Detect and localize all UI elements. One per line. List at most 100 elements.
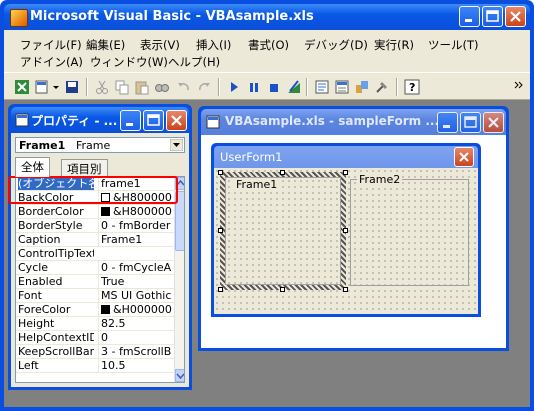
properties-minimize-button[interactable] (120, 110, 141, 131)
menu-window[interactable]: ウィンドウ(W) (90, 54, 168, 70)
minimize-icon (443, 125, 450, 128)
app-title: Microsoft Visual Basic - VBAsample.xls (30, 9, 314, 24)
properties-window-icon[interactable] (334, 79, 350, 95)
cut-icon[interactable] (94, 79, 110, 95)
maximize-icon (464, 116, 477, 128)
maximize-button[interactable] (482, 6, 503, 27)
userform-surface[interactable]: Frame1 Frame2 (214, 168, 478, 314)
property-row[interactable]: HelpContextID 0 (16, 331, 174, 345)
dropdown-arrow-icon[interactable] (52, 79, 60, 95)
property-row[interactable]: KeepScrollBars 3 - fmScrollB (16, 345, 174, 359)
frame1-selection[interactable]: Frame1 (218, 170, 348, 292)
property-value: True (98, 275, 174, 288)
find-icon[interactable] (154, 79, 170, 95)
copy-icon[interactable] (114, 79, 130, 95)
menu-edit[interactable]: 編集(E) (86, 37, 125, 53)
object-selector[interactable]: Frame1 Frame (15, 137, 185, 153)
resize-handle[interactable] (218, 287, 223, 292)
designer-title-bar[interactable]: VBAsample.xls - sampleForm ... (201, 109, 506, 135)
object-browser-icon[interactable] (354, 79, 370, 95)
color-swatch (101, 207, 110, 216)
userform-title: UserForm1 (220, 150, 283, 164)
property-name: KeepScrollBars (18, 345, 94, 358)
menu-addins[interactable]: アドイン(A) (20, 54, 83, 70)
menu-file[interactable]: ファイル(F) (20, 37, 82, 53)
standard-toolbar: ? (4, 72, 530, 100)
properties-title-bar[interactable]: プロパティ - ... (11, 107, 189, 133)
property-value: 82.5 (98, 317, 174, 330)
redo-icon[interactable] (196, 79, 212, 95)
resize-handle[interactable] (343, 228, 348, 233)
menu-insert[interactable]: 挿入(I) (196, 37, 231, 53)
property-value: 10.5 (98, 359, 174, 372)
run-icon[interactable] (226, 79, 242, 95)
property-name: Height (18, 317, 55, 330)
resize-handle[interactable] (280, 170, 285, 175)
highlight-annotation (8, 176, 178, 204)
close-button[interactable] (505, 6, 526, 27)
excel-view-icon[interactable] (14, 79, 30, 95)
resize-handle[interactable] (280, 287, 285, 292)
properties-maximize-button[interactable] (143, 110, 164, 131)
property-row[interactable]: BorderColor &H800000 (16, 205, 174, 219)
tab-alphabetic[interactable]: 全体 (15, 157, 50, 177)
property-row[interactable]: Height 82.5 (16, 317, 174, 331)
property-row[interactable]: ControlTipText (16, 247, 174, 261)
menu-help[interactable]: ヘルプ(H) (168, 54, 220, 70)
minimize-icon (465, 19, 472, 22)
properties-close-button[interactable] (166, 110, 187, 131)
properties-window: プロパティ - ... Frame1 Frame 全体 項目別 (オブジェクト名… (8, 104, 192, 390)
design-mode-icon[interactable] (286, 79, 302, 95)
menu-format[interactable]: 書式(O) (248, 37, 289, 53)
property-row[interactable]: Caption Frame1 (16, 233, 174, 247)
property-name: Caption (18, 233, 61, 246)
pause-icon[interactable] (246, 79, 262, 95)
menu-run[interactable]: 実行(R) (374, 37, 414, 53)
resize-handle[interactable] (343, 287, 348, 292)
property-row[interactable]: Cycle 0 - fmCycleA (16, 261, 174, 275)
menu-tools[interactable]: ツール(T) (428, 37, 479, 53)
menu-debug[interactable]: デバッグ(D) (304, 37, 368, 53)
resize-handle[interactable] (218, 228, 223, 233)
property-row[interactable]: Font MS UI Gothic (16, 289, 174, 303)
svg-text:?: ? (409, 81, 415, 94)
toolbox-icon[interactable] (374, 79, 390, 95)
userform-close-button[interactable] (454, 147, 474, 167)
minimize-button[interactable] (459, 6, 480, 27)
property-value: Frame1 (98, 233, 174, 246)
menu-view[interactable]: 表示(V) (140, 37, 180, 53)
tab-categorized[interactable]: 項目別 (61, 159, 108, 176)
main-title-bar[interactable]: Microsoft Visual Basic - VBAsample.xls (4, 4, 530, 30)
property-grid-scrollbar[interactable] (174, 177, 184, 382)
frame2[interactable]: Frame2 (350, 173, 469, 286)
property-row[interactable]: Left 10.5 (16, 359, 174, 373)
reset-icon[interactable] (266, 79, 282, 95)
designer-close-button[interactable] (483, 112, 504, 133)
frame2-caption: Frame2 (357, 173, 403, 186)
close-icon (488, 117, 499, 128)
resize-handle[interactable] (343, 170, 348, 175)
paste-icon[interactable] (134, 79, 150, 95)
save-icon[interactable] (64, 79, 80, 95)
designer-minimize-button[interactable] (437, 112, 458, 133)
object-name: Frame1 (19, 139, 66, 152)
userform[interactable]: UserForm1 Frame1 Frame2 (211, 143, 481, 317)
toolbar-overflow-icon[interactable] (514, 79, 524, 95)
maximize-icon (486, 10, 499, 22)
color-swatch (101, 305, 110, 314)
designer-maximize-button[interactable] (460, 112, 481, 133)
property-row[interactable]: Enabled True (16, 275, 174, 289)
property-name: HelpContextID (18, 331, 94, 344)
chevron-down-icon[interactable] (170, 139, 183, 151)
property-name: Cycle (18, 261, 49, 274)
property-name: BorderColor (18, 205, 84, 218)
resize-handle[interactable] (218, 170, 223, 175)
insert-userform-icon[interactable] (34, 79, 50, 95)
undo-icon[interactable] (176, 79, 192, 95)
help-icon[interactable]: ? (404, 79, 420, 95)
project-explorer-icon[interactable] (314, 79, 330, 95)
property-row[interactable]: BorderStyle 0 - fmBorder (16, 219, 174, 233)
property-row[interactable]: ForeColor &H000000 (16, 303, 174, 317)
scroll-down-button[interactable] (175, 369, 184, 382)
frame1[interactable]: Frame1 (225, 177, 341, 285)
